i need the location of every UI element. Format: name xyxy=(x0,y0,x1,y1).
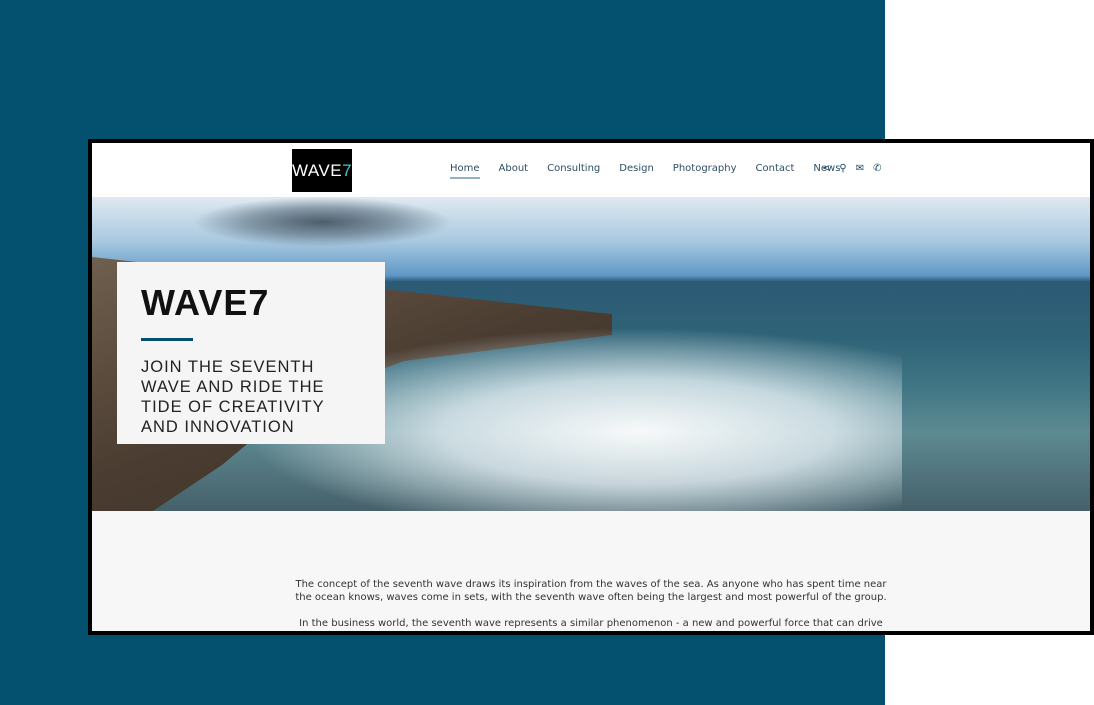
logo[interactable]: WAVE 7 xyxy=(292,149,352,192)
nav-contact[interactable]: Contact xyxy=(756,163,795,179)
logo-text: WAVE xyxy=(291,160,343,180)
share-icon[interactable]: < xyxy=(822,163,830,174)
nav-design[interactable]: Design xyxy=(619,163,654,179)
intro-paragraph: The concept of the seventh wave draws it… xyxy=(295,579,887,603)
site-header: WAVE 7 Home About Consulting Design Photo… xyxy=(92,143,1090,197)
nav-photography[interactable]: Photography xyxy=(673,163,737,179)
nav-about[interactable]: About xyxy=(499,163,529,179)
main-nav: Home About Consulting Design Photography… xyxy=(450,163,840,179)
hero-tagline: JOIN THE SEVENTH WAVE AND RIDE THE TIDE … xyxy=(141,358,325,436)
intro-paragraph: In the business world, the seventh wave … xyxy=(299,618,883,629)
envelope-icon[interactable]: ✉ xyxy=(856,163,864,174)
cloud xyxy=(192,197,452,247)
intro-section: The concept of the seventh wave draws it… xyxy=(92,511,1090,631)
search-icon[interactable]: ⚲ xyxy=(839,163,846,174)
logo-accent: 7 xyxy=(342,160,353,180)
hero-image: WAVE7 JOIN THE SEVENTH WAVE AND RIDE THE… xyxy=(92,197,1090,511)
website-screenshot-frame: WAVE 7 Home About Consulting Design Photo… xyxy=(88,139,1094,635)
nav-consulting[interactable]: Consulting xyxy=(547,163,600,179)
hero-title: WAVE7 xyxy=(141,282,270,323)
phone-icon[interactable]: ✆ xyxy=(873,163,881,174)
header-icons: < ⚲ ✉ ✆ xyxy=(822,163,882,174)
nav-home[interactable]: Home xyxy=(450,163,480,179)
divider xyxy=(141,338,193,341)
hero-card: WAVE7 JOIN THE SEVENTH WAVE AND RIDE THE… xyxy=(117,262,385,444)
